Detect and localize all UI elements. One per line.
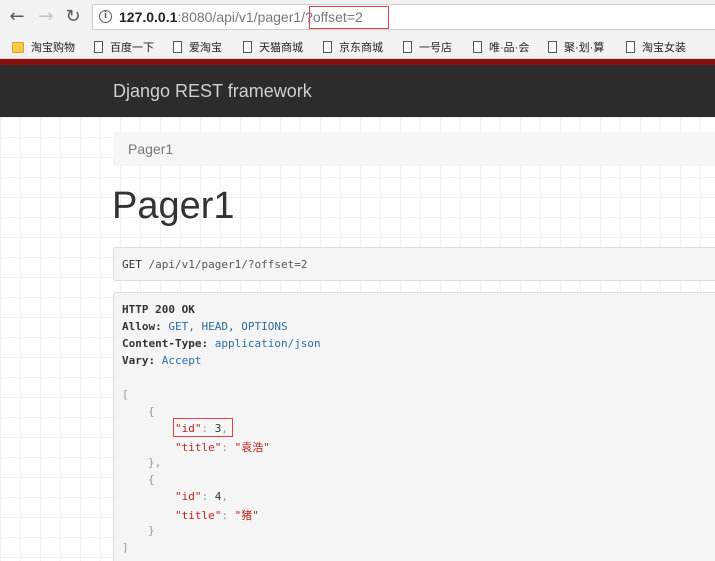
- response-header: Content-Type: application/json: [122, 337, 321, 350]
- json-open-bracket: [: [122, 388, 129, 401]
- response-header: Allow: GET, HEAD, OPTIONS: [122, 320, 288, 333]
- request-info: GET /api/v1/pager1/?offset=2: [113, 247, 715, 281]
- json-field: "id": 4,: [175, 490, 228, 503]
- json-close-bracket: ]: [122, 541, 129, 554]
- header-value: GET, HEAD, OPTIONS: [168, 320, 288, 333]
- bookmark-item[interactable]: 京东商城: [323, 39, 383, 55]
- url-path: :8080/api/v1/pager1/: [177, 9, 306, 25]
- bookmark-label: 百度一下: [110, 42, 154, 54]
- page-icon: [173, 41, 182, 53]
- request-path: /api/v1/pager1/?offset=2: [148, 258, 308, 271]
- json-open-brace: {: [148, 473, 155, 486]
- url-host: 127.0.0.1: [119, 9, 178, 25]
- bookmark-item[interactable]: 唯·品·会: [473, 39, 529, 55]
- header-value: Accept: [161, 354, 202, 367]
- breadcrumb: Pager1: [113, 132, 715, 166]
- browser-toolbar: ← → ↻ i 127.0.0.1:8080/api/v1/pager1/?of…: [0, 0, 715, 34]
- response-status: HTTP 200 OK: [122, 303, 195, 316]
- bookmark-label: 天猫商城: [259, 42, 303, 54]
- page-title: Pager1: [112, 185, 235, 227]
- bookmark-item[interactable]: 天猫商城: [243, 39, 303, 55]
- bookmark-label: 淘宝女装: [642, 42, 686, 54]
- header-key: Allow:: [122, 320, 162, 333]
- page-icon: [94, 41, 103, 53]
- address-bar[interactable]: i 127.0.0.1:8080/api/v1/pager1/?offset=2: [92, 4, 715, 30]
- bookmark-label: 唯·品·会: [489, 42, 530, 54]
- arrow-left-icon[interactable]: ←: [7, 7, 27, 27]
- json-key: "title": [175, 509, 222, 522]
- bookmarks-bar: 淘宝购物 百度一下 爱淘宝 天猫商城 京东商城 一号店 唯·品·会 聚·划·算 …: [0, 34, 715, 59]
- page-icon: [403, 41, 412, 53]
- json-id-highlight: [173, 418, 233, 437]
- main-content: Pager1 Pager1 GET /api/v1/pager1/?offset…: [0, 117, 715, 561]
- bookmark-item[interactable]: 一号店: [403, 39, 452, 55]
- json-field: "title": "猪": [175, 509, 259, 522]
- page-icon: [473, 41, 482, 53]
- reload-icon[interactable]: ↻: [63, 7, 83, 27]
- json-key: "id": [175, 490, 202, 503]
- bookmark-label: 聚·划·算: [564, 42, 605, 54]
- header-key: Vary:: [122, 354, 156, 367]
- header-value: application/json: [214, 337, 321, 350]
- bookmark-label: 淘宝购物: [31, 42, 75, 54]
- request-method: GET: [122, 258, 142, 271]
- bookmark-item[interactable]: 聚·划·算: [548, 39, 604, 55]
- bookmark-item[interactable]: 淘宝购物: [12, 39, 75, 55]
- bookmark-item[interactable]: 百度一下: [94, 39, 154, 55]
- bookmark-item[interactable]: 淘宝女装: [626, 39, 686, 55]
- navbar-brand[interactable]: Django REST framework: [113, 81, 312, 102]
- json-key: "title": [175, 441, 222, 454]
- folder-icon: [12, 41, 24, 53]
- json-close-brace: },: [148, 456, 162, 469]
- page-icon: [548, 41, 557, 53]
- url-query-highlight: [309, 6, 389, 29]
- bookmark-label: 一号店: [419, 42, 452, 54]
- json-open-brace: {: [148, 405, 155, 418]
- breadcrumb-item[interactable]: Pager1: [128, 141, 173, 157]
- bookmark-label: 京东商城: [339, 42, 383, 54]
- page-icon: [626, 41, 635, 53]
- info-icon[interactable]: i: [99, 10, 112, 23]
- bookmark-item[interactable]: 爱淘宝: [173, 39, 222, 55]
- response-header: Vary: Accept: [122, 354, 202, 367]
- json-field: "title": "袁浩": [175, 441, 270, 454]
- header-key: Content-Type:: [122, 337, 209, 350]
- page-icon: [243, 41, 252, 53]
- response-info: HTTP 200 OK Allow: GET, HEAD, OPTIONS Co…: [113, 292, 715, 561]
- json-close-brace: }: [148, 524, 155, 537]
- navbar: Django REST framework: [0, 65, 715, 117]
- json-string: "猪": [234, 509, 259, 522]
- arrow-right-icon[interactable]: →: [36, 7, 56, 27]
- page-icon: [323, 41, 332, 53]
- bookmark-label: 爱淘宝: [189, 42, 222, 54]
- json-string: "袁浩": [234, 441, 270, 454]
